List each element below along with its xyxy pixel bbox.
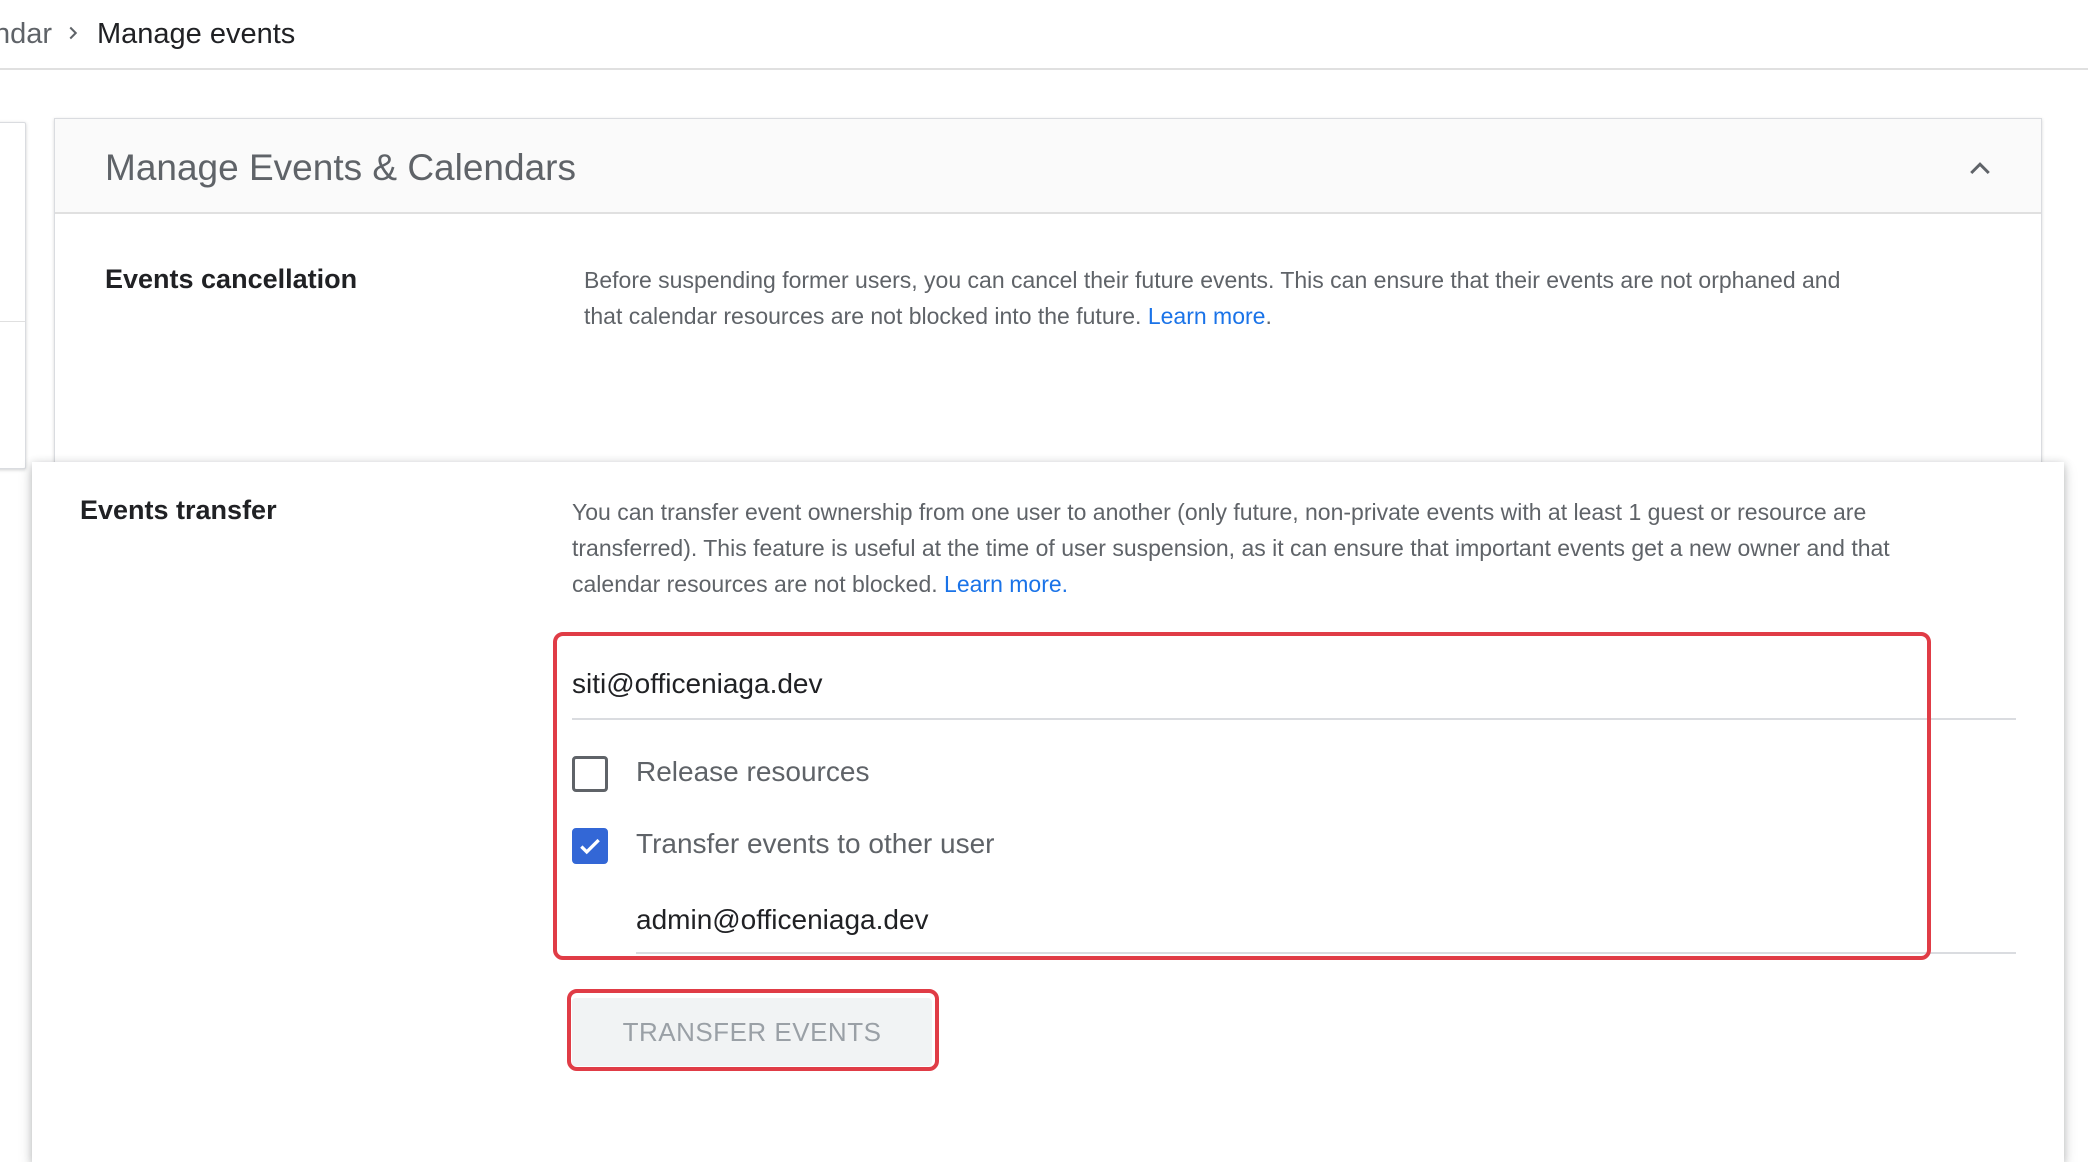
cancellation-period: . — [1265, 303, 1272, 329]
breadcrumb-previous[interactable]: ndar — [0, 18, 52, 51]
transfer-learn-more-link[interactable]: Learn more. — [944, 571, 1068, 597]
left-panel — [0, 122, 26, 469]
release-resources-checkbox[interactable] — [572, 756, 608, 792]
breadcrumb-bar: ndar Manage events — [0, 0, 2088, 70]
left-panel-divider — [0, 321, 25, 322]
events-cancellation-label: Events cancellation — [105, 264, 358, 294]
events-cancellation-description: Before suspending former users, you can … — [584, 262, 1964, 334]
source-user-input[interactable] — [572, 650, 2016, 720]
transfer-to-other-user-checkbox[interactable] — [572, 828, 608, 864]
check-icon — [580, 838, 600, 855]
events-transfer-description-text: calendar resources are not blocked. — [572, 571, 938, 597]
card-title: Manage Events & Calendars — [105, 147, 576, 188]
events-transfer-description-line: calendar resources are not blocked. Lear… — [572, 566, 2042, 602]
transfer-to-other-user-label[interactable]: Transfer events to other user — [636, 828, 994, 860]
cancellation-learn-more-link[interactable]: Learn more — [1148, 303, 1266, 329]
chevron-up-icon[interactable] — [1965, 153, 1995, 183]
events-transfer-description: You can transfer event ownership from on… — [572, 494, 2042, 602]
events-transfer-label: Events transfer — [80, 495, 277, 525]
events-cancellation-description-line: Before suspending former users, you can … — [584, 267, 1841, 293]
chevron-right-icon — [69, 26, 78, 40]
breadcrumb-current: Manage events — [97, 18, 296, 50]
card-header[interactable]: Manage Events & Calendars — [55, 119, 2041, 214]
events-transfer-description-line: transferred). This feature is useful at … — [572, 535, 1890, 561]
events-cancellation-description-text: that calendar resources are not blocked … — [584, 303, 1142, 329]
events-transfer-description-line: You can transfer event ownership from on… — [572, 499, 1867, 525]
events-cancellation-description-line: that calendar resources are not blocked … — [584, 298, 1964, 334]
target-user-input[interactable] — [636, 888, 2016, 954]
release-resources-label[interactable]: Release resources — [636, 756, 869, 788]
transfer-events-button[interactable]: TRANSFER EVENTS — [572, 998, 932, 1066]
